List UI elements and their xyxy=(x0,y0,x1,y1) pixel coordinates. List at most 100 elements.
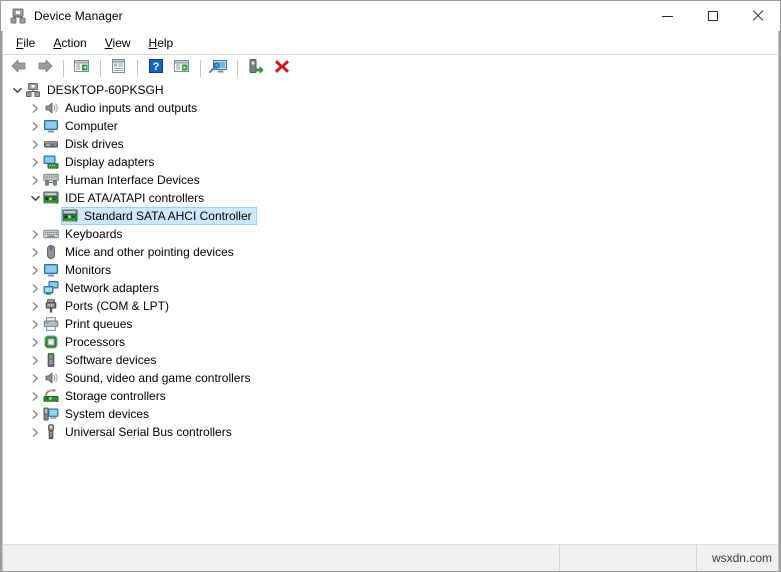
tree-item[interactable]: Mice and other pointing devices xyxy=(1,243,779,261)
printer-icon xyxy=(43,316,59,332)
keyboard-icon xyxy=(43,226,59,242)
tree-item-label: Keyboards xyxy=(65,227,123,241)
tree-item-label: Audio inputs and outputs xyxy=(65,101,198,115)
tree-item[interactable]: Audio inputs and outputs xyxy=(1,99,779,117)
tree-item[interactable]: Print queues xyxy=(1,315,779,333)
status-main-pane xyxy=(1,545,559,571)
minimize-icon xyxy=(662,15,673,17)
arrow-right-icon xyxy=(36,58,54,79)
tree-item-content: Universal Serial Bus controllers xyxy=(43,424,234,440)
chevron-right-icon[interactable] xyxy=(27,136,43,152)
menu-view[interactable]: View xyxy=(96,33,140,53)
tree-item[interactable]: Software devices xyxy=(1,351,779,369)
help-button[interactable]: ? xyxy=(143,57,168,80)
tree-item-content: Monitors xyxy=(43,262,113,278)
properties-button[interactable] xyxy=(106,57,131,80)
tree-item-content: Display adapters xyxy=(43,154,156,170)
chevron-right-icon[interactable] xyxy=(27,424,43,440)
menu-file[interactable]: File xyxy=(7,33,44,53)
tree-item-label: System devices xyxy=(65,407,150,421)
show-hide-tree-icon xyxy=(73,58,90,79)
chevron-down-icon[interactable] xyxy=(27,190,43,206)
update-driver-button[interactable] xyxy=(169,57,194,80)
uninstall-device-button[interactable] xyxy=(269,57,294,80)
tree-item[interactable]: Ports (COM & LPT) xyxy=(1,297,779,315)
tree-item[interactable]: Storage controllers xyxy=(1,387,779,405)
tree-item-label: Storage controllers xyxy=(65,389,166,403)
scan-hardware-button[interactable] xyxy=(206,57,231,80)
tree-item-content: Human Interface Devices xyxy=(43,172,202,188)
tree-item[interactable]: DESKTOP-60PKSGH xyxy=(1,81,779,99)
tree-item[interactable]: Human Interface Devices xyxy=(1,171,779,189)
back-button[interactable] xyxy=(6,57,31,80)
tree-item[interactable]: Disk drives xyxy=(1,135,779,153)
tree-item[interactable]: Network adapters xyxy=(1,279,779,297)
close-icon xyxy=(752,10,764,22)
status-bar: wsxdn.com xyxy=(1,544,780,571)
chevron-right-icon[interactable] xyxy=(27,370,43,386)
chevron-right-icon[interactable] xyxy=(27,262,43,278)
tree-item[interactable]: Sound, video and game controllers xyxy=(1,369,779,387)
tree-item-label: Ports (COM & LPT) xyxy=(65,299,170,313)
show-hide-tree-button[interactable] xyxy=(69,57,94,80)
tree-item-content: Keyboards xyxy=(43,226,124,242)
chevron-right-icon[interactable] xyxy=(27,172,43,188)
software-device-icon xyxy=(43,352,59,368)
tree-item-label: Universal Serial Bus controllers xyxy=(65,425,232,439)
chevron-right-icon[interactable] xyxy=(27,154,43,170)
close-button[interactable] xyxy=(735,1,780,31)
chevron-right-icon[interactable] xyxy=(27,298,43,314)
tree-item[interactable]: Display adapters xyxy=(1,153,779,171)
red-x-icon xyxy=(274,58,290,79)
minimize-button[interactable] xyxy=(645,1,690,31)
toolbar: ? xyxy=(1,55,780,83)
chevron-right-icon[interactable] xyxy=(27,316,43,332)
toolbar-separator xyxy=(100,60,101,77)
tree-item-content: Audio inputs and outputs xyxy=(43,100,199,116)
tree-item-content: Standard SATA AHCI Controller xyxy=(61,207,257,225)
storage-controller-icon xyxy=(43,388,59,404)
window-controls xyxy=(645,1,780,31)
tree-item-label: Sound, video and game controllers xyxy=(65,371,251,385)
tree-item[interactable]: IDE ATA/ATAPI controllers xyxy=(1,189,779,207)
chevron-right-icon[interactable] xyxy=(27,388,43,404)
chevron-down-icon[interactable] xyxy=(9,82,25,98)
tree-item[interactable]: Processors xyxy=(1,333,779,351)
menu-action[interactable]: Action xyxy=(44,33,95,53)
system-device-icon xyxy=(43,406,59,422)
svg-text:?: ? xyxy=(152,61,159,73)
chevron-right-icon[interactable] xyxy=(27,244,43,260)
device-tree[interactable]: DESKTOP-60PKSGH Audio inputs and outputs… xyxy=(1,81,780,544)
menu-help[interactable]: Help xyxy=(140,33,183,53)
tree-item[interactable]: System devices xyxy=(1,405,779,423)
chevron-right-icon[interactable] xyxy=(27,352,43,368)
chevron-right-icon[interactable] xyxy=(27,280,43,296)
chevron-right-icon[interactable] xyxy=(27,334,43,350)
properties-icon xyxy=(110,58,127,79)
toolbar-separator xyxy=(137,60,138,77)
status-right-pane: wsxdn.com xyxy=(696,545,780,571)
chevron-right-icon[interactable] xyxy=(27,100,43,116)
chevron-right-icon[interactable] xyxy=(27,226,43,242)
tree-item[interactable]: Keyboards xyxy=(1,225,779,243)
tree-item-label: Disk drives xyxy=(65,137,124,151)
add-hardware-button[interactable] xyxy=(243,57,268,80)
tree-item-content: Sound, video and game controllers xyxy=(43,370,252,386)
chevron-right-icon[interactable] xyxy=(27,406,43,422)
toolbar-separator xyxy=(63,60,64,77)
maximize-button[interactable] xyxy=(690,1,735,31)
computer-root-icon xyxy=(25,82,41,98)
menu-bar: File Action View Help xyxy=(1,32,780,55)
tree-item[interactable]: Computer xyxy=(1,117,779,135)
tree-item[interactable]: Monitors xyxy=(1,261,779,279)
tree-item-label: Print queues xyxy=(65,317,133,331)
tree-item-label: Display adapters xyxy=(65,155,155,169)
tree-item-label: DESKTOP-60PKSGH xyxy=(47,83,164,97)
tree-item[interactable]: Standard SATA AHCI Controller xyxy=(1,207,779,225)
title-bar[interactable]: Device Manager xyxy=(1,1,780,32)
chevron-right-icon[interactable] xyxy=(27,118,43,134)
disk-drive-icon xyxy=(43,136,59,152)
forward-button[interactable] xyxy=(32,57,57,80)
tree-item[interactable]: Universal Serial Bus controllers xyxy=(1,423,779,441)
